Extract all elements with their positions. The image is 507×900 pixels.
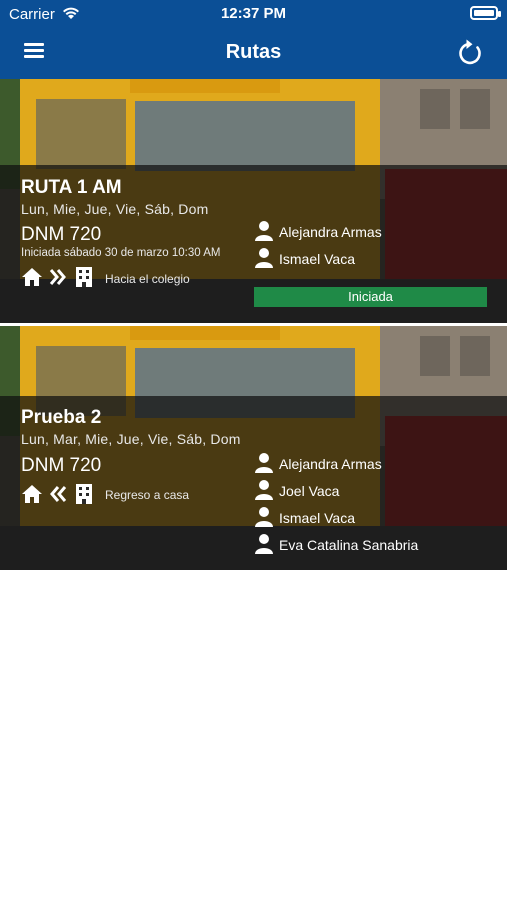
route-name: Prueba 2 — [21, 407, 102, 428]
app-header: Carrier 12:37 PM Rutas — [0, 0, 507, 79]
status-bar: Carrier 12:37 PM — [0, 0, 507, 28]
vehicle-plate: DNM 720 — [21, 455, 102, 476]
battery-icon — [470, 6, 501, 20]
route-days: Lun, Mie, Jue, Vie, Sáb, Dom — [21, 201, 209, 217]
vehicle-plate: DNM 720 — [21, 224, 102, 245]
page-title: Rutas — [225, 41, 282, 63]
status-badge: Iniciada — [254, 287, 487, 307]
person-icon — [255, 480, 273, 500]
home-icon — [22, 485, 42, 503]
route-days: Lun, Mar, Mie, Jue, Vie, Sáb, Dom — [21, 431, 241, 447]
home-icon — [22, 268, 42, 286]
person-icon — [255, 248, 273, 268]
route-name: RUTA 1 AM — [21, 177, 122, 198]
person-icon — [255, 221, 273, 241]
double-chevron-right-icon — [49, 269, 66, 285]
route-started-text: Iniciada sábado 30 de marzo 10:30 AM — [21, 247, 221, 259]
double-chevron-left-icon — [50, 486, 67, 502]
passenger-name: Alejandra Armas — [279, 224, 382, 240]
person-icon — [255, 507, 273, 527]
school-building-icon — [76, 267, 92, 287]
route-card[interactable]: Prueba 2 Lun, Mar, Mie, Jue, Vie, Sáb, D… — [0, 326, 507, 570]
school-building-icon — [76, 484, 92, 504]
clock: 12:37 PM — [220, 5, 287, 22]
person-icon — [255, 534, 273, 554]
direction-label: Regreso a casa — [105, 488, 190, 502]
refresh-icon[interactable] — [455, 38, 485, 68]
direction-label: Hacia el colegio — [105, 272, 190, 286]
passenger-name: Joel Vaca — [279, 483, 340, 499]
route-card[interactable]: RUTA 1 AM Lun, Mie, Jue, Vie, Sáb, Dom D… — [0, 79, 507, 323]
passenger-name: Ismael Vaca — [279, 251, 355, 267]
person-icon — [255, 453, 273, 473]
passenger-name: Ismael Vaca — [279, 510, 355, 526]
nav-bar: Rutas — [0, 28, 507, 79]
passenger-name: Eva Catalina Sanabria — [279, 537, 419, 553]
passenger-name: Alejandra Armas — [279, 456, 382, 472]
